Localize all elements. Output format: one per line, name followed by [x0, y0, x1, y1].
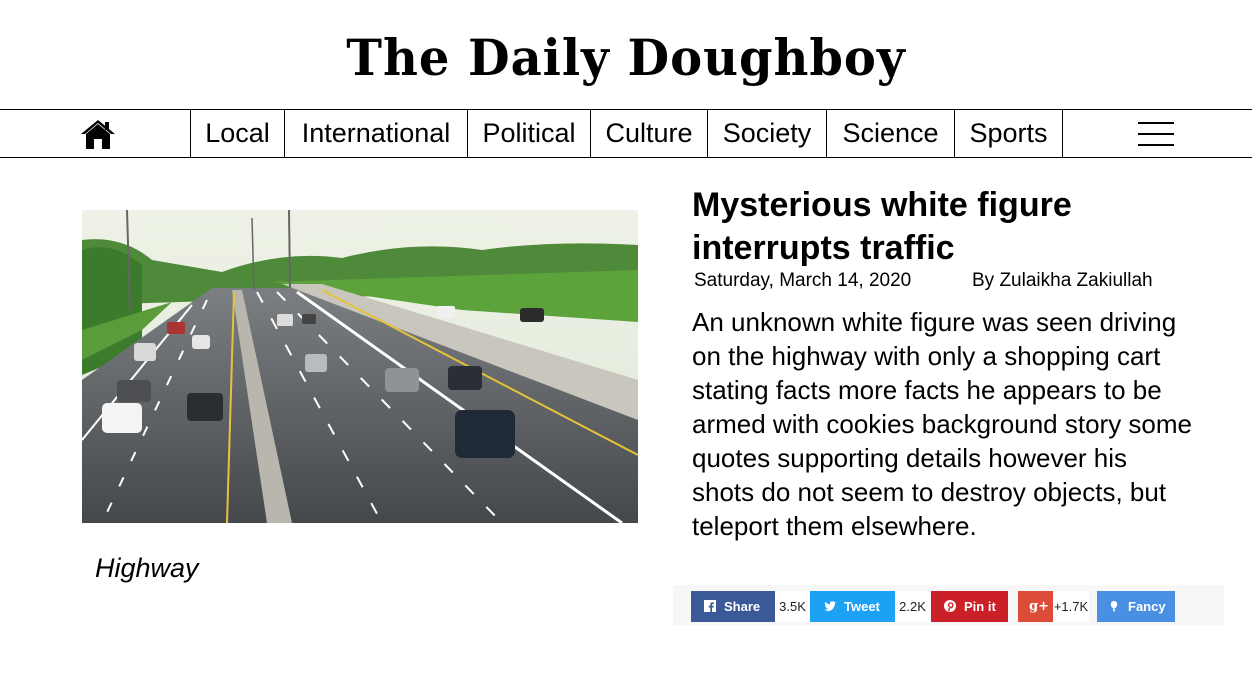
pinterest-pin-button[interactable]: Pin it — [931, 591, 1008, 622]
nav-item-political[interactable]: Political — [467, 110, 590, 157]
nav-item-society[interactable]: Society — [707, 110, 826, 157]
twitter-icon — [824, 601, 836, 612]
facebook-share-button[interactable]: Share — [691, 591, 775, 622]
fancy-button[interactable]: Fancy — [1097, 591, 1175, 622]
twitter-tweet-label: Tweet — [844, 599, 880, 614]
image-caption: Highway — [95, 553, 199, 583]
share-bar: Share 3.5K Tweet 2.2K Pin it g+ +1.7K Fa… — [673, 585, 1224, 625]
nav-item-local[interactable]: Local — [190, 110, 284, 157]
nav-item-international[interactable]: International — [284, 110, 467, 157]
masthead-logo[interactable]: The Daily Doughboy — [25, 28, 1227, 88]
google-plus-icon: g+ — [1029, 599, 1049, 614]
fancy-icon — [1110, 601, 1118, 612]
article-photo — [82, 210, 638, 523]
article-date: Saturday, March 14, 2020 — [694, 270, 912, 291]
facebook-share-label: Share — [724, 599, 761, 614]
pinterest-icon — [944, 600, 956, 612]
google-plus-button[interactable]: g+ — [1018, 591, 1053, 622]
nav-item-science[interactable]: Science — [826, 110, 954, 157]
facebook-icon — [704, 600, 716, 612]
facebook-share-count[interactable]: 3.5K — [775, 591, 810, 622]
main-nav: Local International Political Culture So… — [0, 109, 1252, 158]
pinterest-pin-label: Pin it — [964, 599, 996, 614]
article-body: An unknown white figure was seen driving… — [692, 307, 1193, 541]
fancy-label: Fancy — [1128, 599, 1166, 614]
nav-item-culture[interactable]: Culture — [590, 110, 707, 157]
article-headline: Mysterious white figure interrupts traff… — [692, 186, 1072, 267]
nav-item-sports[interactable]: Sports — [954, 110, 1063, 157]
article-byline: By Zulaikha Zakiullah — [972, 270, 1153, 291]
home-icon[interactable] — [80, 118, 116, 150]
google-plus-count[interactable]: +1.7K — [1053, 591, 1089, 622]
hamburger-menu-icon[interactable] — [1138, 122, 1174, 146]
twitter-tweet-count[interactable]: 2.2K — [895, 591, 930, 622]
twitter-tweet-button[interactable]: Tweet — [810, 591, 895, 622]
